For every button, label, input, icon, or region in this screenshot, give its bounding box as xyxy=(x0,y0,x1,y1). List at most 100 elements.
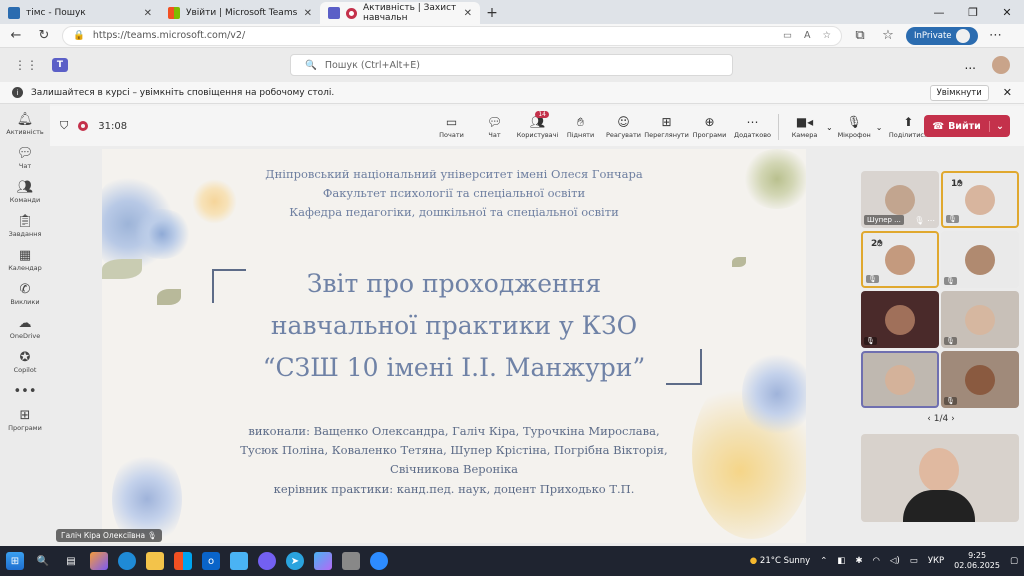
slide-header-line: Дніпровський національний університет ім… xyxy=(265,167,643,181)
zoom-icon[interactable] xyxy=(370,552,388,570)
rail-item-teams[interactable]: 👥︎ Команди xyxy=(1,180,49,204)
app-available-icon[interactable]: ▭ xyxy=(783,30,792,41)
new-tab-icon[interactable]: + xyxy=(480,2,504,24)
people-button[interactable]: 👥︎ 14 Користувачі xyxy=(516,110,559,144)
app-icon[interactable] xyxy=(342,552,360,570)
camera-options-chevron-icon[interactable]: ⌄ xyxy=(826,123,833,132)
viber-icon[interactable] xyxy=(258,552,276,570)
battery-icon[interactable]: ▭ xyxy=(910,556,918,566)
profile-avatar xyxy=(955,28,970,43)
leave-main[interactable]: ☎ Вийти xyxy=(924,120,990,132)
phone-hangup-icon: ☎ xyxy=(932,120,945,132)
wifi-icon[interactable]: ◠ xyxy=(873,556,880,566)
participant-tile[interactable]: 🎙︎ xyxy=(941,351,1019,408)
microsoft-store-icon[interactable] xyxy=(174,552,192,570)
apps-button[interactable]: ⊕ Програми xyxy=(688,110,731,144)
browser-tab-activity[interactable]: Активність | Захист навчальн ✕ xyxy=(320,2,480,24)
outlook-icon[interactable]: o xyxy=(202,552,220,570)
photos-icon[interactable] xyxy=(230,552,248,570)
mic-off-icon: 🎙︎ xyxy=(944,337,957,345)
browser-menu-icon[interactable]: ⋯ xyxy=(986,28,1006,43)
notifications-icon[interactable]: ▢ xyxy=(1010,556,1018,566)
more-button[interactable]: ⋯ Додатково xyxy=(731,110,774,144)
settings-more-icon[interactable]: ... xyxy=(965,58,976,72)
rail-item-copilot[interactable]: ✪ Copilot xyxy=(1,350,49,374)
file-explorer-icon[interactable] xyxy=(146,552,164,570)
rail-item-apps[interactable]: ⊞ Програми xyxy=(1,408,49,432)
mic-options-chevron-icon[interactable]: ⌄ xyxy=(876,123,883,132)
tray-app-icon[interactable]: ◧ xyxy=(837,556,845,566)
mic-button[interactable]: 🎙︎ Мікрофон xyxy=(833,110,876,144)
close-notice-icon[interactable]: ✕ xyxy=(1003,86,1012,99)
copilot-icon[interactable] xyxy=(90,552,108,570)
meeting-controls: ▭ Почати 💬︎ Чат 👥︎ 14 Користувачі ✋︎ Підняти … xyxy=(430,110,934,144)
rail-item-assignments[interactable]: 📋︎ Завдання xyxy=(1,214,49,238)
react-button[interactable]: ☺ Реагувати xyxy=(602,110,645,144)
close-window-icon[interactable]: ✕ xyxy=(990,0,1024,24)
browser-tab-search[interactable]: тімс - Пошук ✕ xyxy=(0,2,160,24)
participant-tile[interactable]: 🎙︎ xyxy=(941,291,1019,348)
lock-icon: 🔒 xyxy=(73,30,85,41)
raise-hand-button[interactable]: ✋︎ Підняти xyxy=(559,110,602,144)
close-tab-icon[interactable]: ✕ xyxy=(304,8,312,19)
close-tab-icon[interactable]: ✕ xyxy=(144,8,152,19)
volume-icon[interactable]: ◁) xyxy=(890,556,900,566)
show-hidden-icons-icon[interactable]: ⌃ xyxy=(820,556,827,566)
ctrl-label: Чат xyxy=(488,131,501,139)
keyboard-language[interactable]: УКР xyxy=(928,556,944,566)
search-input[interactable]: 🔍 Пошук (Ctrl+Alt+E) xyxy=(290,54,733,76)
rail-item-more[interactable]: ••• xyxy=(1,384,49,399)
camera-button[interactable]: ■◂ Камера xyxy=(783,110,826,144)
edge-browser-icon[interactable] xyxy=(118,552,136,570)
self-view-video[interactable] xyxy=(861,434,1019,522)
bluetooth-icon[interactable]: ✱ xyxy=(855,556,862,566)
share-button[interactable]: ▭ Почати xyxy=(430,110,473,144)
back-icon[interactable]: ← xyxy=(6,28,26,43)
participant-tile[interactable]: 🎙︎ xyxy=(861,291,939,348)
clock[interactable]: 9:25 02.06.2025 xyxy=(954,551,1000,571)
chat-button[interactable]: 💬︎ Чат xyxy=(473,110,516,144)
browser-tab-teams-login[interactable]: Увійти | Microsoft Teams ✕ xyxy=(160,2,320,24)
smile-icon: ☺ xyxy=(617,115,630,129)
participant-tile[interactable]: Шупер ... 🎙︎ ⋯ xyxy=(861,171,939,228)
user-avatar[interactable] xyxy=(992,56,1010,74)
ctrl-label: Програми xyxy=(692,131,727,139)
leave-options-chevron-icon[interactable]: ⌄ xyxy=(990,121,1010,132)
leave-button[interactable]: ☎ Вийти ⌄ xyxy=(924,115,1010,137)
weather-widget[interactable]: ● 21°C Sunny xyxy=(750,556,810,566)
rail-item-calendar[interactable]: ▦ Календар xyxy=(1,248,49,272)
inprivate-badge[interactable]: InPrivate xyxy=(906,26,978,45)
participant-tile[interactable] xyxy=(861,351,939,408)
refresh-icon[interactable]: ↻ xyxy=(34,28,54,43)
shield-icon[interactable]: ⛉ xyxy=(60,119,68,133)
url-field[interactable]: 🔒 https://teams.microsoft.com/v2/ ▭ A ☆ xyxy=(62,25,842,46)
ctrl-label: Користувачі xyxy=(516,131,559,139)
rail-item-activity[interactable]: 🔔︎ Активність xyxy=(1,112,49,136)
close-tab-icon[interactable]: ✕ xyxy=(464,8,472,19)
maximize-icon[interactable]: ❐ xyxy=(956,0,990,24)
prev-page-icon[interactable]: ‹ xyxy=(927,414,931,424)
rail-item-chat[interactable]: 💬︎ Чат xyxy=(1,146,49,170)
participant-tile[interactable]: 2✋︎ 🎙︎ xyxy=(861,231,939,288)
enable-notifications-button[interactable]: Увімкнути xyxy=(929,84,989,101)
clock-date: 02.06.2025 xyxy=(954,561,1000,570)
participant-video xyxy=(965,304,995,335)
participant-tile[interactable]: 🎙︎ xyxy=(941,231,1019,288)
app-launcher-icon[interactable]: ⋮⋮ xyxy=(14,58,38,72)
minimize-icon[interactable]: — xyxy=(922,0,956,24)
favorite-star-icon[interactable]: ☆ xyxy=(822,30,831,41)
copilot-app-icon[interactable] xyxy=(314,552,332,570)
favorites-icon[interactable]: ☆ xyxy=(878,28,898,43)
rail-item-calls[interactable]: ✆ Виклики xyxy=(1,282,49,306)
next-page-icon[interactable]: › xyxy=(951,414,955,424)
search-icon[interactable]: 🔍 xyxy=(34,552,52,570)
windows-start-icon[interactable]: ⊞ xyxy=(6,552,24,570)
telegram-icon[interactable]: ➤ xyxy=(286,552,304,570)
extensions-icon[interactable]: ⧉ xyxy=(850,28,870,43)
participant-tile[interactable]: 1✋︎ 🎙︎ xyxy=(941,171,1019,228)
read-aloud-icon[interactable]: A xyxy=(804,30,811,41)
rail-item-onedrive[interactable]: ☁ OneDrive xyxy=(1,316,49,340)
view-button[interactable]: ⊞ Переглянути xyxy=(644,110,689,144)
leaf-decoration xyxy=(732,257,746,267)
task-view-icon[interactable]: ▤ xyxy=(62,552,80,570)
